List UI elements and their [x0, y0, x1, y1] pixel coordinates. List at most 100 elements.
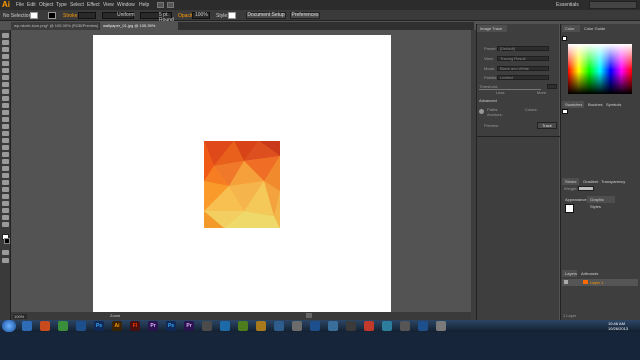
zoom-tool-icon[interactable]: [2, 222, 9, 227]
arrange-documents-icon[interactable]: [167, 2, 174, 8]
taskbar-app-icon[interactable]: [220, 321, 230, 331]
free-transform-tool-icon[interactable]: [2, 138, 9, 143]
taskbar-app-icon[interactable]: Ps: [166, 321, 176, 331]
taskbar-app-icon[interactable]: [328, 321, 338, 331]
brush-dropdown[interactable]: 5 pt. Round: [140, 12, 174, 23]
menu-view[interactable]: View: [103, 2, 114, 8]
taskbar-app-icon[interactable]: [400, 321, 410, 331]
artboard-tool-icon[interactable]: [2, 201, 9, 206]
color-tab[interactable]: Color: [562, 25, 580, 32]
appearance-tab[interactable]: Appearance: [562, 196, 587, 203]
zoom-level-field[interactable]: 100%: [13, 314, 27, 319]
workspace-switcher[interactable]: Essentials: [556, 2, 579, 8]
default-graphic-style[interactable]: [565, 204, 574, 213]
layer-name[interactable]: Layer 1: [590, 280, 603, 285]
drawing-mode-icon[interactable]: [2, 250, 9, 255]
eraser-tool-icon[interactable]: [2, 110, 9, 115]
menu-help[interactable]: Help: [139, 2, 149, 8]
layers-tab[interactable]: Layers: [562, 270, 577, 277]
taskbar-app-icon[interactable]: Pr: [184, 321, 194, 331]
threshold-slider[interactable]: [479, 89, 541, 90]
symbol-sprayer-tool-icon[interactable]: [2, 187, 9, 192]
artboards-tab[interactable]: Artboards: [578, 270, 600, 277]
stroke-color-icon[interactable]: [4, 238, 10, 244]
color-fill-swatch[interactable]: [562, 36, 567, 41]
perspective-grid-tool-icon[interactable]: [2, 152, 9, 157]
mode-dropdown[interactable]: Black and White: [497, 66, 549, 71]
taskbar-app-icon[interactable]: [40, 321, 50, 331]
transparency-tab[interactable]: Transparency: [598, 178, 625, 185]
paintbrush-tool-icon[interactable]: [2, 89, 9, 94]
taskbar-app-icon[interactable]: [292, 321, 302, 331]
column-graph-tool-icon[interactable]: [2, 194, 9, 199]
graphic-style-swatch[interactable]: [228, 12, 236, 19]
scale-tool-icon[interactable]: [2, 124, 9, 129]
threshold-value-field[interactable]: [547, 84, 557, 89]
menu-edit[interactable]: Edit: [27, 2, 36, 8]
menu-object[interactable]: Object: [39, 2, 53, 8]
type-tool-icon[interactable]: [2, 68, 9, 73]
symbols-tab[interactable]: Symbols: [603, 101, 623, 108]
preview-checkbox[interactable]: Preview: [484, 123, 498, 128]
taskbar-app-icon[interactable]: [202, 321, 212, 331]
stroke-swatch[interactable]: [48, 12, 56, 19]
taskbar-app-icon[interactable]: [364, 321, 374, 331]
eye-icon[interactable]: [564, 280, 568, 284]
view-dropdown[interactable]: Tracing Result: [497, 56, 549, 61]
weight-field[interactable]: [578, 186, 594, 191]
taskbar-app-icon[interactable]: [310, 321, 320, 331]
taskbar-app-icon[interactable]: [256, 321, 266, 331]
stroke-tab[interactable]: Stroke: [562, 178, 579, 185]
swatches-tab[interactable]: Swatches: [562, 101, 584, 108]
trace-button[interactable]: Trace: [537, 122, 557, 129]
clock-date[interactable]: 10/26/2013: [608, 326, 628, 331]
start-button[interactable]: [2, 320, 16, 332]
taskbar-app-icon[interactable]: [436, 321, 446, 331]
taskbar-app-icon[interactable]: [346, 321, 356, 331]
search-input[interactable]: [589, 1, 637, 9]
taskbar-app-icon[interactable]: [76, 321, 86, 331]
menu-file[interactable]: File: [16, 2, 24, 8]
stroke-label[interactable]: Stroke:: [63, 13, 79, 19]
color-guide-tab[interactable]: Color Guide: [581, 25, 607, 32]
opacity-field[interactable]: 100%: [192, 12, 210, 19]
swatch-white[interactable]: [562, 109, 568, 114]
pencil-tool-icon[interactable]: [2, 96, 9, 101]
selection-tool-icon[interactable]: [2, 33, 9, 38]
slice-tool-icon[interactable]: [2, 208, 9, 213]
brushes-tab[interactable]: Brushes: [585, 101, 603, 108]
fill-swatch[interactable]: [30, 12, 38, 19]
tab-wallpaper-01[interactable]: wallpaper_01.jpg @ 105.39% (RGB/Preview): [100, 22, 178, 36]
document-setup-button[interactable]: Document Setup: [246, 12, 286, 19]
palette-dropdown[interactable]: Limited: [497, 75, 549, 80]
stroke-profile-dropdown[interactable]: Uniform: [102, 12, 135, 19]
taskbar-app-icon[interactable]: [238, 321, 248, 331]
rotate-tool-icon[interactable]: [2, 117, 9, 122]
menu-effect[interactable]: Effect: [87, 2, 100, 8]
taskbar-app-icon[interactable]: [418, 321, 428, 331]
menu-type[interactable]: Type: [56, 2, 67, 8]
menu-window[interactable]: Window: [117, 2, 135, 8]
preferences-button[interactable]: Preferences: [290, 12, 320, 19]
preset-dropdown[interactable]: [Default]: [497, 46, 549, 51]
mesh-tool-icon[interactable]: [2, 159, 9, 164]
taskbar-app-icon[interactable]: [22, 321, 32, 331]
bridge-icon[interactable]: [157, 2, 164, 8]
taskbar-app-icon[interactable]: [274, 321, 284, 331]
taskbar-app-icon[interactable]: Fl: [130, 321, 140, 331]
image-trace-tab[interactable]: Image Trace: [477, 25, 507, 32]
direct-selection-tool-icon[interactable]: [2, 40, 9, 45]
menu-select[interactable]: Select: [70, 2, 84, 8]
blend-tool-icon[interactable]: [2, 180, 9, 185]
taskbar-app-icon[interactable]: Ai: [112, 321, 122, 331]
graphic-styles-tab[interactable]: Graphic Styles: [587, 196, 615, 209]
pen-tool-icon[interactable]: [2, 61, 9, 66]
taskbar-app-icon[interactable]: [58, 321, 68, 331]
warp-tool-icon[interactable]: [2, 131, 9, 136]
gradient-tab[interactable]: Gradient: [580, 178, 598, 185]
blob-brush-tool-icon[interactable]: [2, 103, 9, 108]
line-tool-icon[interactable]: [2, 75, 9, 80]
stroke-weight-dropdown[interactable]: [78, 12, 96, 19]
screen-mode-icon[interactable]: [2, 258, 9, 263]
status-mode-label[interactable]: Zoom: [110, 313, 120, 318]
